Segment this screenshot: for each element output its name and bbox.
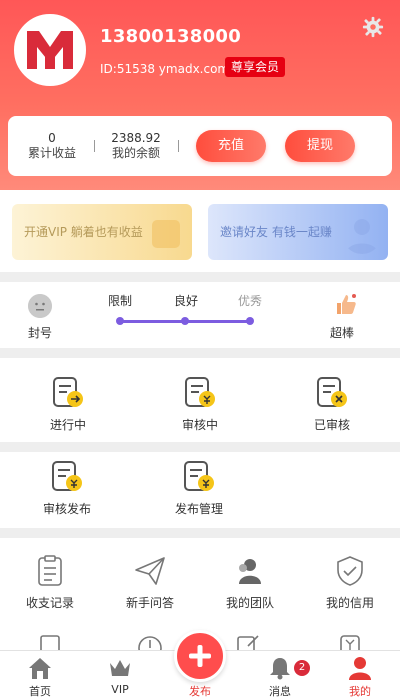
publish-button[interactable] xyxy=(174,630,226,682)
user-icon xyxy=(349,657,371,680)
withdraw-button[interactable]: 提现 xyxy=(285,130,355,162)
puzzle-icon xyxy=(152,220,180,248)
user-id: ID:51538 ymadx.com xyxy=(100,62,230,76)
credit-step-dot xyxy=(181,317,189,325)
person-icon xyxy=(346,219,378,254)
bell-icon xyxy=(270,658,290,680)
task-in-progress-icon xyxy=(53,377,83,407)
earnings-value: 0 xyxy=(48,131,56,145)
user-phone: 13800138000 xyxy=(100,26,242,47)
vip-status-badge[interactable]: 尊享会员 xyxy=(225,57,286,77)
message-count-badge: 2 xyxy=(294,660,310,676)
tab-home[interactable]: 首页 xyxy=(10,655,70,699)
document-icon xyxy=(40,635,60,650)
tab-vip[interactable]: VIP xyxy=(90,655,150,696)
stats-card: 0 累计收益 2388.92 我的余额 充值 提现 xyxy=(8,116,392,176)
vip-promo-banner[interactable]: 开通VIP 躺着也有收益 xyxy=(12,204,192,260)
balance-stat: 2388.92 我的余额 xyxy=(108,131,164,161)
credit-high-label: 超棒 xyxy=(330,326,355,340)
shield-icon xyxy=(337,556,363,586)
paper-plane-icon xyxy=(135,557,165,585)
credit-step-dot xyxy=(116,317,124,325)
avatar[interactable] xyxy=(14,14,86,86)
invite-promo-banner[interactable]: 邀请好友 有钱一起赚 xyxy=(208,204,388,260)
income-records-item[interactable]: 收支记录 xyxy=(20,554,80,611)
credit-scale-label: 优秀 xyxy=(238,294,263,308)
my-team-item[interactable]: 我的团队 xyxy=(220,554,280,611)
thumbs-up-icon xyxy=(337,294,356,314)
publish-manage-label: 发布管理 xyxy=(174,502,223,516)
newbie-qa-item[interactable]: 新手问答 xyxy=(120,554,180,611)
credit-step-dot xyxy=(246,317,254,325)
recharge-button[interactable]: 充值 xyxy=(196,130,266,162)
credit-scale-label: 良好 xyxy=(174,294,199,308)
task-reviewed-item[interactable]: 已审核 xyxy=(302,376,362,433)
tab-messages-label: 消息 xyxy=(269,685,291,698)
task-reviewing-icon xyxy=(185,377,215,407)
divider xyxy=(178,140,179,152)
plus-icon xyxy=(189,645,211,667)
task-status-section: 进行中 审核中 已审核 xyxy=(0,358,400,442)
balance-label: 我的余额 xyxy=(111,146,160,160)
credit-low-label: 封号 xyxy=(28,326,53,340)
team-icon xyxy=(239,559,261,584)
tab-publish-label: 发布 xyxy=(189,685,211,698)
publish-section: 审核发布 发布管理 xyxy=(0,452,400,528)
task-reviewing-item[interactable]: 审核中 xyxy=(170,376,230,433)
invite-promo-text: 邀请好友 有钱一起赚 xyxy=(220,225,332,239)
edit-icon xyxy=(237,635,259,650)
tab-mine[interactable]: 我的 xyxy=(330,655,390,699)
task-reviewing-label: 审核中 xyxy=(181,418,218,432)
credit-scale-label: 限制 xyxy=(108,294,133,308)
task-in-progress-label: 进行中 xyxy=(49,418,86,432)
tab-home-label: 首页 xyxy=(29,685,51,698)
review-publish-icon xyxy=(52,461,82,491)
publish-manage-item[interactable]: 发布管理 xyxy=(166,460,232,517)
review-publish-label: 审核发布 xyxy=(42,502,91,516)
review-publish-item[interactable]: 审核发布 xyxy=(34,460,100,517)
newbie-qa-label: 新手问答 xyxy=(125,596,174,610)
task-reviewed-icon xyxy=(317,377,347,407)
publish-manage-icon xyxy=(184,461,214,491)
balance-value: 2388.92 xyxy=(111,131,161,145)
task-reviewed-label: 已审核 xyxy=(313,418,350,432)
gear-icon[interactable] xyxy=(362,16,384,38)
my-credit-label: 我的信用 xyxy=(325,596,374,610)
home-icon xyxy=(29,658,51,679)
clipboard-icon xyxy=(38,555,62,586)
wallet-icon xyxy=(340,635,360,650)
task-in-progress-item[interactable]: 进行中 xyxy=(38,376,98,433)
tab-mine-label: 我的 xyxy=(349,685,371,698)
my-team-label: 我的团队 xyxy=(225,596,274,610)
vip-promo-text: 开通VIP 躺着也有收益 xyxy=(24,225,143,239)
income-records-label: 收支记录 xyxy=(25,596,74,610)
credit-level-panel: 封号 限制 良好 优秀 超棒 xyxy=(0,282,400,348)
earnings-stat: 0 累计收益 xyxy=(24,131,80,161)
sad-face-icon xyxy=(28,294,52,318)
logo-icon xyxy=(17,17,83,83)
crown-icon xyxy=(110,660,130,676)
tab-vip-label: VIP xyxy=(111,683,129,696)
my-credit-item[interactable]: 我的信用 xyxy=(320,554,380,611)
divider xyxy=(94,140,95,152)
promo-section: 开通VIP 躺着也有收益 邀请好友 有钱一起赚 xyxy=(0,190,400,272)
earnings-label: 累计收益 xyxy=(27,146,76,160)
clock-icon xyxy=(138,636,162,650)
tab-publish[interactable]: 发布 xyxy=(170,683,230,699)
